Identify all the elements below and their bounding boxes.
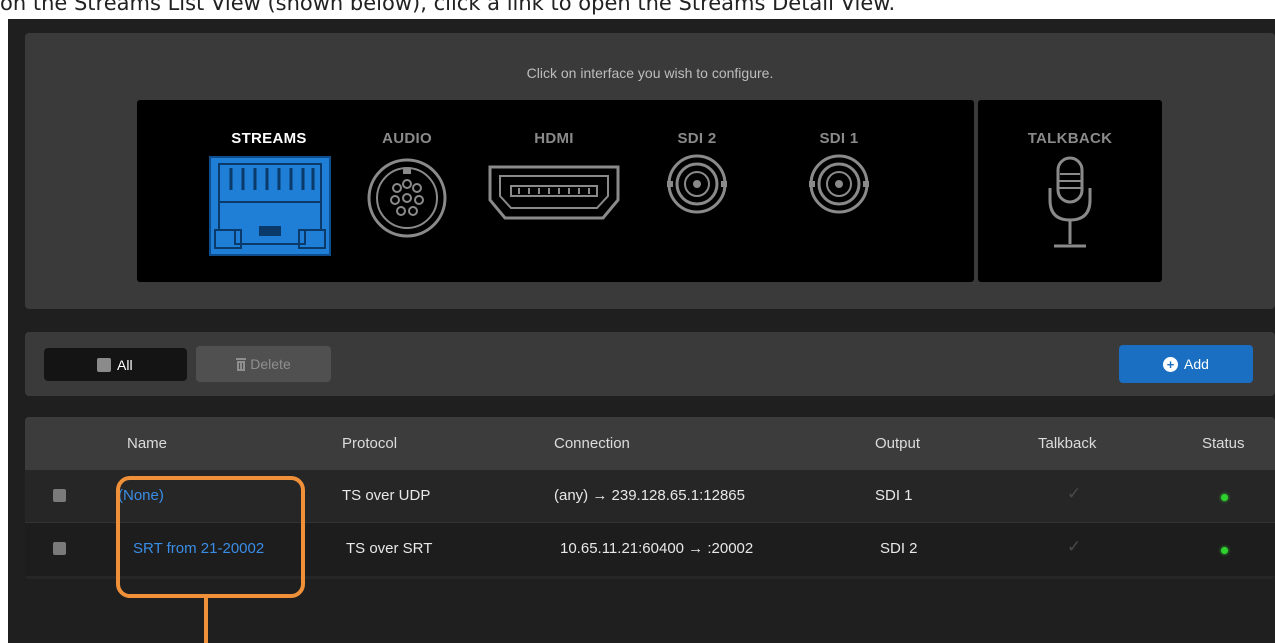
status-online-indicator: [1221, 494, 1228, 501]
select-all-toggle[interactable]: All: [44, 348, 187, 381]
column-header-status[interactable]: Status: [1202, 435, 1245, 452]
microphone-icon: [1048, 156, 1092, 248]
table-header: Name Protocol Connection Output Talkback…: [25, 417, 1275, 470]
delete-label: Delete: [250, 356, 291, 372]
app-window: Click on interface you wish to configure…: [8, 19, 1275, 643]
audio-connector-icon: [367, 158, 447, 238]
interface-label: SDI 2: [677, 130, 717, 147]
table-row: (None) TS over UDP (any) → 239.128.65.1:…: [25, 470, 1275, 523]
trash-icon: [236, 357, 247, 371]
column-header-output[interactable]: Output: [875, 435, 920, 452]
connection-cell: 10.65.11.21:60400 → :20002: [560, 540, 754, 557]
interface-label: STREAMS: [231, 130, 307, 147]
output-cell: SDI 2: [880, 540, 918, 557]
interface-selector-panel: Click on interface you wish to configure…: [25, 33, 1275, 309]
interface-audio[interactable]: AUDIO: [365, 130, 449, 240]
interface-strip: STREAMS AUDIO HDMI SDI 2 SDI 1: [137, 100, 974, 282]
select-all-label: All: [117, 356, 133, 373]
bnc-connector-icon: [809, 154, 869, 214]
talkback-check-icon: ✓: [1067, 484, 1082, 503]
stream-name-link[interactable]: (None): [118, 487, 164, 504]
interface-sdi-2[interactable]: SDI 2: [665, 130, 729, 216]
interface-label: SDI 1: [819, 130, 859, 147]
talkback-panel: TALKBACK: [978, 100, 1162, 282]
interface-sdi-1[interactable]: SDI 1: [807, 130, 871, 216]
instruction-caption: on the Streams List View (shown below), …: [0, 0, 896, 15]
table-row: SRT from 21-20002 TS over SRT 10.65.11.2…: [25, 523, 1275, 576]
column-header-protocol[interactable]: Protocol: [342, 435, 397, 452]
hdmi-port-icon: [488, 165, 620, 220]
interface-hdmi[interactable]: HDMI: [487, 130, 621, 222]
interface-prompt: Click on interface you wish to configure…: [526, 65, 774, 81]
connection-cell: (any) → 239.128.65.1:12865: [554, 487, 745, 504]
plus-circle-icon: +: [1163, 356, 1179, 372]
column-header-connection[interactable]: Connection: [554, 435, 630, 452]
protocol-cell: TS over UDP: [342, 487, 431, 504]
bnc-connector-icon: [667, 154, 727, 214]
delete-button[interactable]: Delete: [196, 346, 331, 382]
interface-talkback[interactable]: TALKBACK: [1010, 130, 1130, 254]
list-toolbar: All Delete + Add: [25, 332, 1275, 396]
interface-label: HDMI: [534, 130, 574, 147]
interface-streams[interactable]: STREAMS: [209, 130, 331, 256]
row-checkbox[interactable]: [53, 489, 66, 502]
callout-pointer-line: [204, 598, 208, 643]
add-stream-button[interactable]: + Add: [1119, 345, 1253, 383]
ethernet-port-icon: [209, 156, 331, 256]
talkback-check-icon: ✓: [1067, 537, 1082, 556]
status-online-indicator: [1221, 547, 1228, 554]
add-label: Add: [1184, 356, 1209, 372]
streams-table: Name Protocol Connection Output Talkback…: [25, 417, 1275, 579]
column-header-name[interactable]: Name: [127, 435, 167, 452]
protocol-cell: TS over SRT: [346, 540, 433, 557]
interface-label: AUDIO: [382, 130, 432, 147]
row-checkbox[interactable]: [53, 542, 66, 555]
interface-label: TALKBACK: [1027, 130, 1113, 147]
column-header-talkback[interactable]: Talkback: [1038, 435, 1096, 452]
stream-name-link[interactable]: SRT from 21-20002: [133, 540, 264, 557]
output-cell: SDI 1: [875, 487, 913, 504]
checkbox-icon: [97, 358, 111, 372]
